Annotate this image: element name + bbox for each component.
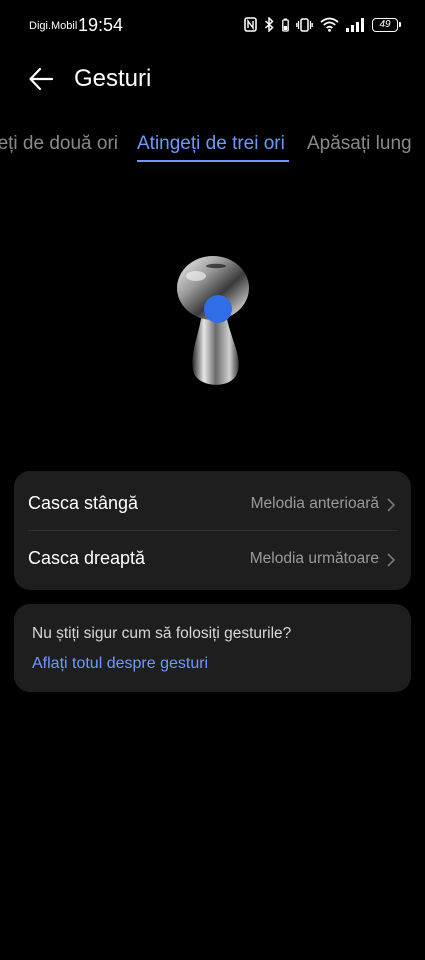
touch-point-indicator <box>204 295 232 323</box>
help-question: Nu știți sigur cum să folosiți gesturile… <box>32 625 292 642</box>
chevron-right-icon <box>387 553 396 567</box>
tab-double-tap[interactable]: Atingeți de două ori <box>0 133 118 155</box>
header: Gesturi <box>0 62 425 98</box>
page-title: Gesturi <box>74 65 152 92</box>
vibrate-icon <box>296 17 313 32</box>
help-card: Nu știți sigur cum să folosiți gesturile… <box>14 604 411 692</box>
status-bar: Digi.Mobil 19:54 49 <box>0 0 425 52</box>
status-icons: 49 <box>244 17 401 32</box>
carrier-name: Digi.Mobil <box>29 20 78 32</box>
signal-icon <box>346 17 364 32</box>
status-time: 19:54 <box>78 15 124 35</box>
nfc-icon <box>244 17 257 32</box>
left-earbud-label: Casca stângă <box>28 493 139 513</box>
wifi-icon <box>320 17 339 32</box>
active-tab-indicator <box>137 160 289 162</box>
battery-level: 49 <box>379 18 391 30</box>
right-earbud-row[interactable]: Casca dreaptă Melodia următoare <box>14 529 411 587</box>
tab-long-press[interactable]: Apăsați lung <box>307 133 412 155</box>
back-arrow-icon[interactable] <box>28 66 54 92</box>
tab-triple-tap[interactable]: Atingeți de trei ori <box>137 133 285 155</box>
right-earbud-value: Melodia următoare <box>249 550 379 567</box>
left-earbud-row[interactable]: Casca stângă Melodia anterioară <box>14 474 411 532</box>
right-earbud-label: Casca dreaptă <box>28 548 146 568</box>
left-earbud-value: Melodia anterioară <box>250 495 379 512</box>
battery-small-icon <box>282 18 289 32</box>
chevron-right-icon <box>387 498 396 512</box>
gesture-tabs: Atingeți de două ori Atingeți de trei or… <box>0 130 425 170</box>
gesture-settings-card: Casca stângă Melodia anterioară Casca dr… <box>14 471 411 590</box>
earbud-illustration <box>177 256 249 385</box>
learn-gestures-link[interactable]: Aflați totul despre gesturi <box>32 655 208 673</box>
battery-icon: 49 <box>372 17 401 32</box>
bluetooth-icon <box>264 17 274 32</box>
